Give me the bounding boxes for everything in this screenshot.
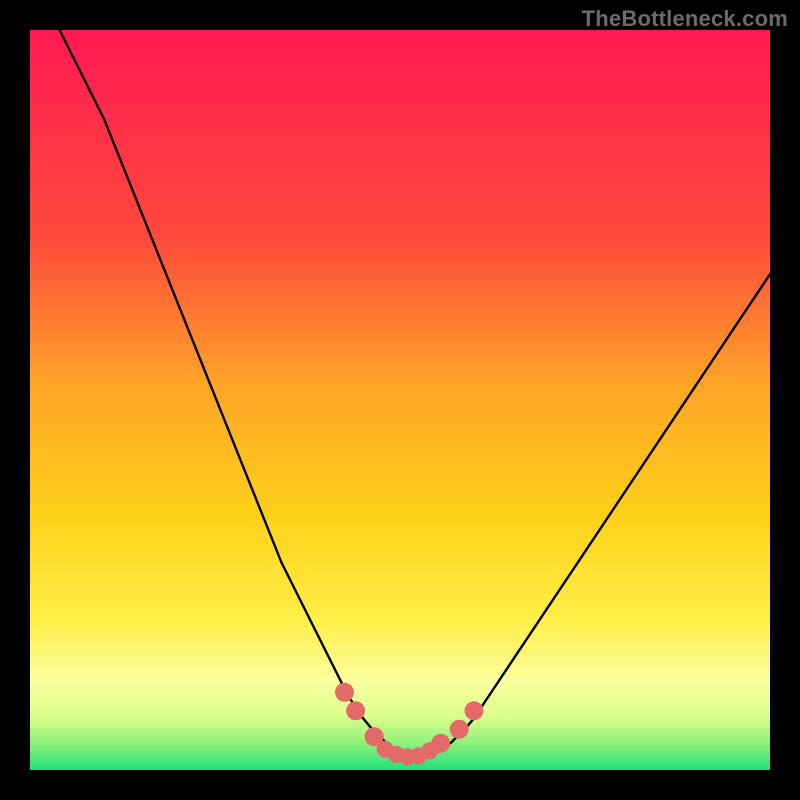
data-marker xyxy=(346,701,365,720)
bottleneck-curve xyxy=(60,30,770,757)
outer-frame: TheBottleneck.com xyxy=(0,0,800,800)
plot-area xyxy=(30,30,770,770)
watermark-text: TheBottleneck.com xyxy=(582,6,788,32)
data-marker xyxy=(450,720,469,739)
chart-svg xyxy=(30,30,770,770)
data-marker xyxy=(465,701,484,720)
data-marker xyxy=(431,734,450,753)
data-marker xyxy=(335,683,354,702)
